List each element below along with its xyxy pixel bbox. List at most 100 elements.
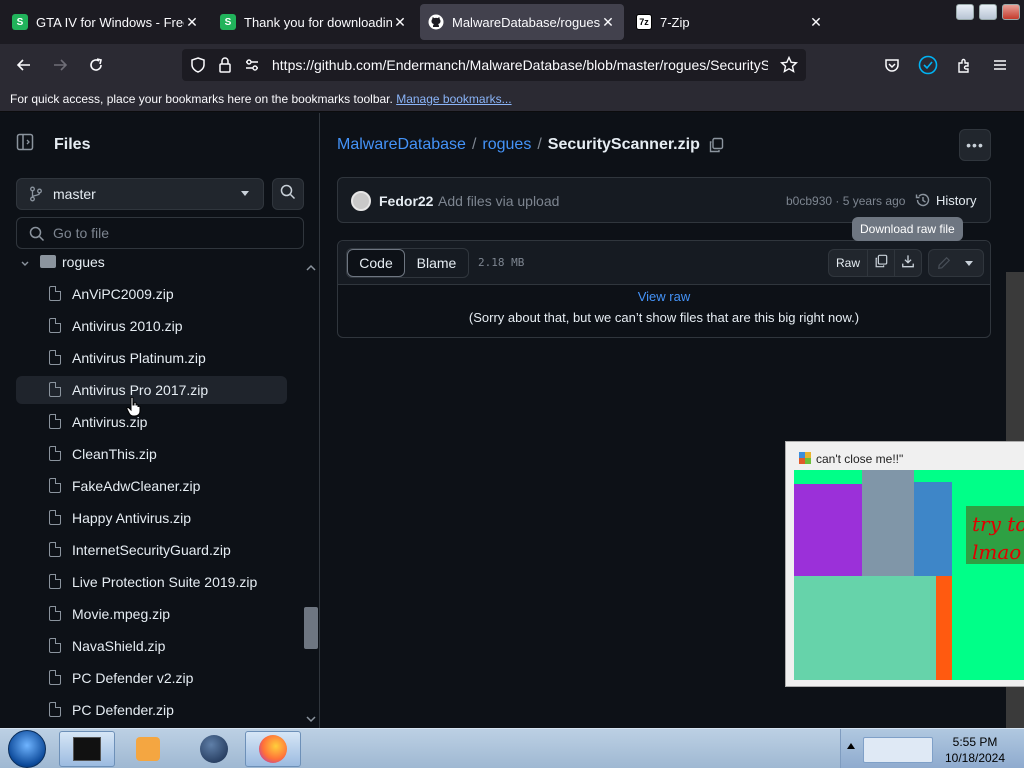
more-options-button[interactable]: •••: [959, 129, 991, 161]
tab-malware-database[interactable]: MalwareDatabase/rogues/Se ✕: [420, 4, 624, 40]
tab-close-icon[interactable]: ✕: [600, 14, 616, 31]
taskbar-firefox[interactable]: [245, 731, 301, 767]
raw-button[interactable]: Raw: [828, 249, 868, 277]
file-icon: [49, 606, 61, 621]
folder-name: rogues: [62, 255, 105, 270]
branch-selector[interactable]: master: [16, 178, 264, 210]
avatar[interactable]: [351, 191, 371, 211]
tree-file-item[interactable]: PC Defender v2.zip: [16, 664, 287, 692]
minimize-button[interactable]: [956, 4, 974, 20]
taskbar-clock[interactable]: 5:55 PM 10/18/2024: [940, 734, 1010, 766]
file-too-big-message: (Sorry about that, but we can’t show fil…: [468, 310, 860, 325]
tab-close-icon[interactable]: ✕: [184, 14, 200, 31]
teal-block: [794, 576, 936, 680]
tree-file-item[interactable]: PC Defender.zip: [16, 696, 287, 724]
tab-close-icon[interactable]: ✕: [808, 14, 824, 31]
taskbar-app-black[interactable]: [59, 731, 115, 767]
pencil-icon[interactable]: [937, 256, 951, 275]
copy-path-icon[interactable]: [708, 137, 724, 153]
tab-7zip[interactable]: 7z 7-Zip ✕: [628, 4, 832, 40]
back-arrow-icon[interactable]: [12, 53, 36, 77]
bookmark-star-icon[interactable]: [779, 55, 799, 79]
tree-file-item[interactable]: InternetSecurityGuard.zip: [16, 536, 287, 564]
breadcrumb-folder-link[interactable]: rogues: [482, 136, 531, 154]
taskbar: 5:55 PM 10/18/2024: [0, 728, 1024, 768]
close-window-button[interactable]: [1002, 4, 1020, 20]
sidebar-scrollbar-thumb[interactable]: [304, 607, 318, 649]
kebab-horizontal-icon: •••: [966, 137, 984, 153]
tree-file-item[interactable]: Antivirus.zip: [16, 408, 287, 436]
sidebar-scrollbar[interactable]: [304, 261, 318, 728]
show-hidden-icons-icon[interactable]: [847, 743, 855, 749]
breadcrumb: MalwareDatabase / rogues / SecurityScann…: [337, 136, 724, 154]
view-raw-link[interactable]: View raw: [338, 289, 990, 304]
purple-block: [794, 484, 862, 576]
app-icon: [73, 737, 101, 761]
download-tooltip: Download raw file: [852, 217, 963, 241]
tab-title: Thank you for downloading: [244, 14, 392, 30]
shield-icon[interactable]: [190, 57, 206, 78]
url-text[interactable]: https://github.com/Endermanch/MalwareDat…: [272, 57, 768, 73]
tree-file-item[interactable]: AnViPC2009.zip: [16, 280, 287, 308]
tree-folder-rogues[interactable]: rogues: [16, 255, 287, 276]
account-sync-icon[interactable]: [916, 53, 940, 77]
tree-file-item[interactable]: Antivirus Pro 2017.zip: [16, 376, 287, 404]
file-tree: rogues AnViPC2009.zip Antivirus 2010.zip A…: [0, 255, 304, 728]
tab-close-icon[interactable]: ✕: [392, 14, 408, 31]
tree-file-item[interactable]: CleanThis.zip: [16, 440, 287, 468]
search-button[interactable]: [272, 178, 304, 210]
hamburger-menu-icon[interactable]: [988, 53, 1012, 77]
commit-author[interactable]: Fedor22: [379, 193, 433, 209]
file-view: Code Blame 2.18 MB Raw View raw (Sorry a…: [337, 240, 991, 338]
tab-thank-you[interactable]: S Thank you for downloading ✕: [212, 4, 416, 40]
history-label: History: [936, 192, 977, 208]
tray-app-icons[interactable]: [863, 737, 933, 763]
file-icon: [49, 478, 61, 493]
branch-name: master: [53, 186, 96, 202]
search-icon: [29, 226, 45, 245]
forward-arrow-icon[interactable]: [48, 53, 72, 77]
file-icon: [49, 446, 61, 461]
reload-icon[interactable]: [84, 53, 108, 77]
taskbar-globe[interactable]: [186, 731, 242, 767]
maximize-button[interactable]: [979, 4, 997, 20]
search-icon: [280, 184, 296, 205]
sidebar-collapse-icon[interactable]: [16, 133, 34, 156]
commit-sha-time[interactable]: b0cb930 · 5 years ago: [786, 194, 905, 208]
start-button[interactable]: [8, 730, 46, 768]
tab-blame[interactable]: Blame: [405, 249, 468, 277]
tree-file-item[interactable]: Movie.mpeg.zip: [16, 600, 287, 628]
taskbar-media-player[interactable]: [120, 731, 176, 767]
hand-cursor-icon: [126, 396, 142, 422]
breadcrumb-repo-link[interactable]: MalwareDatabase: [337, 136, 466, 154]
go-to-file-input[interactable]: Go to file: [16, 217, 304, 249]
tree-file-item[interactable]: FakeAdwCleaner.zip: [16, 472, 287, 500]
go-to-file-placeholder: Go to file: [53, 225, 110, 241]
permissions-icon[interactable]: [244, 57, 260, 78]
address-bar[interactable]: https://github.com/Endermanch/MalwareDat…: [182, 49, 806, 81]
lock-icon[interactable]: [218, 57, 232, 78]
tab-gta-iv[interactable]: S GTA IV for Windows - Free d ✕: [4, 4, 208, 40]
popup-text-line1: try to: [972, 512, 1024, 536]
tree-file-item[interactable]: Live Protection Suite 2019.zip: [16, 568, 287, 596]
download-raw-button[interactable]: [894, 249, 922, 277]
commit-message[interactable]: Add files via upload: [438, 193, 559, 209]
tree-file-label: Antivirus 2010.zip: [72, 318, 183, 334]
tree-file-label: PC Defender v2.zip: [72, 670, 194, 686]
manage-bookmarks-link[interactable]: Manage bookmarks...: [396, 92, 511, 106]
edit-button-group: [928, 249, 984, 277]
tab-code[interactable]: Code: [347, 249, 405, 277]
tree-file-label: CleanThis.zip: [72, 446, 157, 462]
history-button[interactable]: History: [915, 192, 976, 208]
tree-file-label: Antivirus Pro 2017.zip: [72, 382, 209, 398]
tree-file-item[interactable]: Antivirus 2010.zip: [16, 312, 287, 340]
tree-file-item[interactable]: Happy Antivirus.zip: [16, 504, 287, 532]
copy-raw-button[interactable]: [867, 249, 895, 277]
pocket-icon[interactable]: [880, 53, 904, 77]
file-icon: [49, 670, 61, 685]
extensions-icon[interactable]: [952, 53, 976, 77]
tree-file-item[interactable]: Antivirus Platinum.zip: [16, 344, 287, 372]
chevron-down-icon[interactable]: [965, 261, 973, 266]
app-window-icon: [798, 451, 812, 465]
tree-file-item[interactable]: NavaShield.zip: [16, 632, 287, 660]
